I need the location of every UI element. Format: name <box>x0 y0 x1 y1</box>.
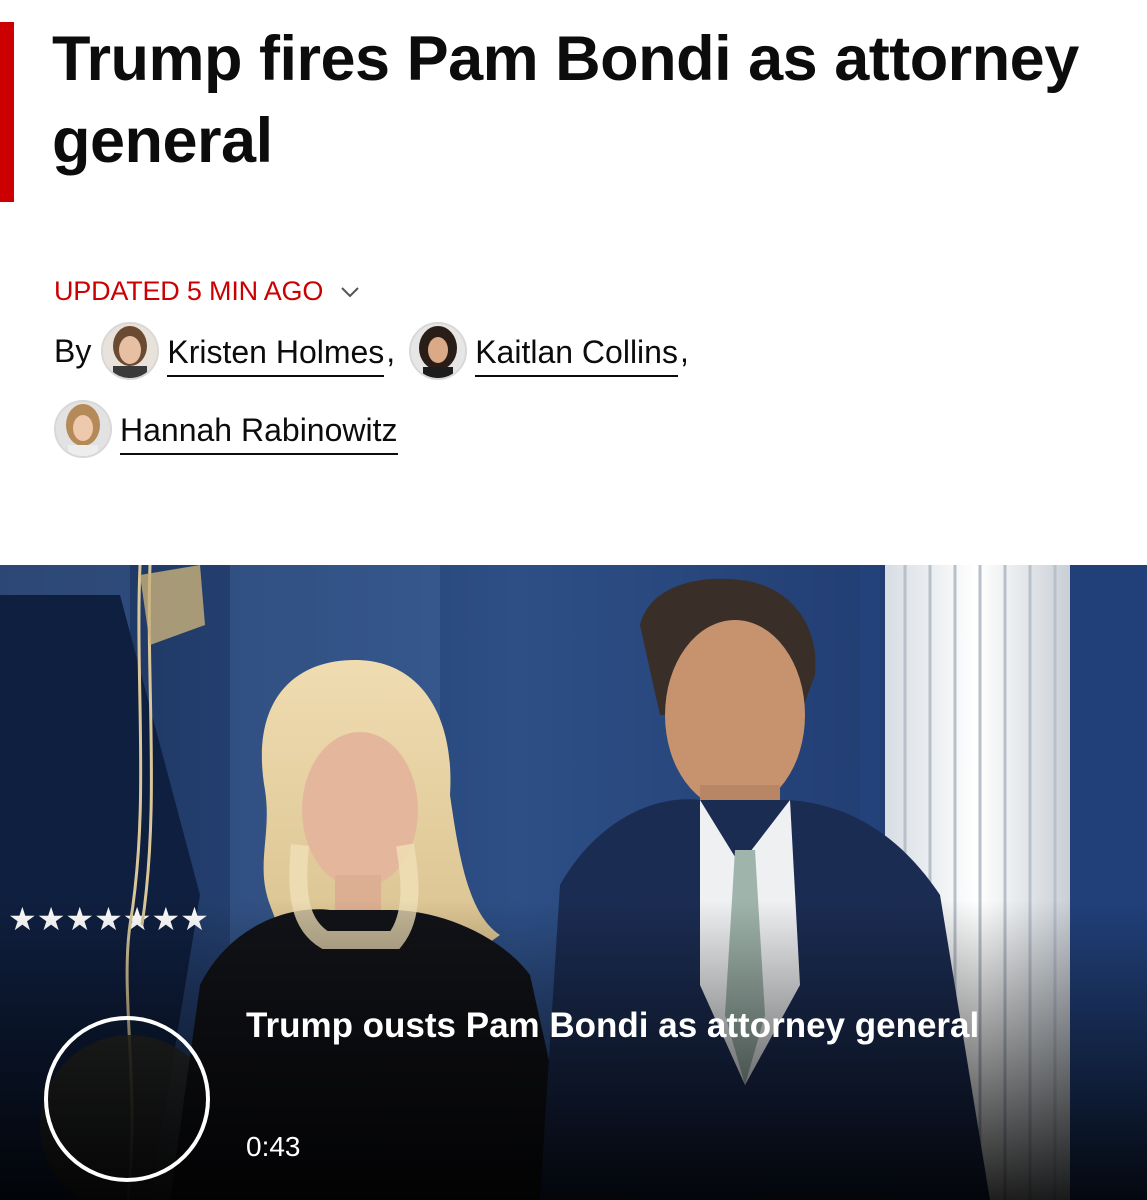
author-link-kristen-holmes[interactable]: Kristen Holmes <box>101 322 385 380</box>
updated-timestamp[interactable]: UPDATED 5 MIN AGO <box>54 276 361 307</box>
author-avatar <box>101 322 160 380</box>
byline: By Kristen Holmes , Kaitlan Collins , Ha… <box>54 318 1094 462</box>
author-name: Kristen Holmes <box>167 335 385 377</box>
author-name: Kaitlan Collins <box>475 335 678 377</box>
byline-by-label: By <box>54 332 92 369</box>
author-avatar <box>54 400 112 458</box>
article-headline: Trump fires Pam Bondi as attorney genera… <box>52 24 1079 176</box>
updated-label: UPDATED 5 MIN AGO <box>54 276 324 306</box>
video-title[interactable]: Trump ousts Pam Bondi as attorney genera… <box>246 1003 1066 1049</box>
chevron-down-icon[interactable] <box>339 281 361 303</box>
author-name: Hannah Rabinowitz <box>120 413 398 455</box>
author-link-hannah-rabinowitz[interactable]: Hannah Rabinowitz <box>54 400 398 458</box>
circle-play-icon[interactable] <box>44 1016 210 1182</box>
article-page: Trump fires Pam Bondi as attorney genera… <box>0 0 1147 1200</box>
headline-accent-bar <box>0 22 14 202</box>
video-duration: 0:43 <box>246 1131 301 1162</box>
byline-separator: , <box>386 332 396 369</box>
author-link-kaitlan-collins[interactable]: Kaitlan Collins <box>409 322 678 380</box>
byline-separator: , <box>679 332 689 369</box>
author-avatar <box>409 322 468 380</box>
